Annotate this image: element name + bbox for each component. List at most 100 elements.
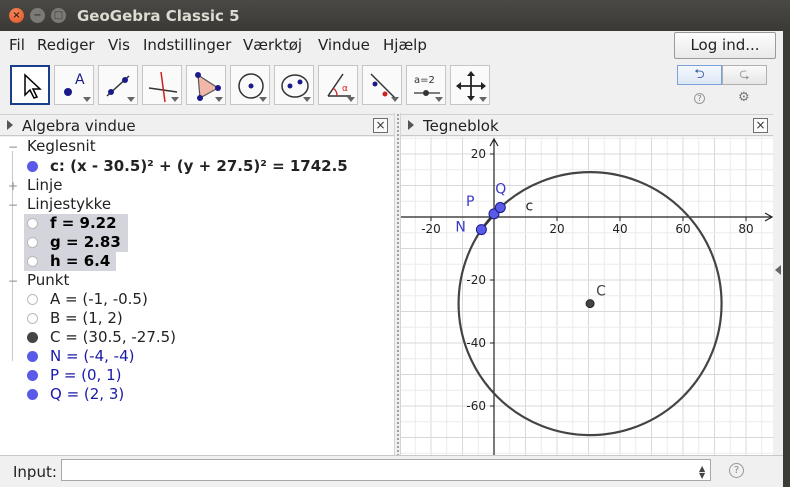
menu-indstillinger[interactable]: Indstillinger — [143, 36, 231, 54]
tool-move-graphics[interactable] — [450, 65, 490, 105]
visibility-dot[interactable] — [27, 161, 38, 172]
tool-new-point[interactable]: A — [54, 65, 94, 105]
chevron-down-icon — [347, 97, 355, 102]
toolbar: A α a=2 ⮌ ⮎ ? ⚙ — [0, 61, 783, 113]
panel-splitter[interactable] — [394, 113, 401, 455]
tool-circle[interactable] — [230, 65, 270, 105]
x-tick-label: -20 — [421, 222, 441, 236]
menu-vaerktoej[interactable]: Værktøj — [243, 36, 302, 54]
tool-polygon[interactable] — [186, 65, 226, 105]
chevron-down-icon — [391, 97, 399, 102]
y-tick-label: -40 — [466, 336, 486, 350]
group-label: Punkt — [27, 271, 70, 289]
input-field[interactable] — [61, 459, 711, 481]
chevron-down-icon — [83, 97, 91, 102]
tool-ellipse[interactable] — [274, 65, 314, 105]
y-tick-label: -20 — [466, 273, 486, 287]
algebra-item-text: g = 2.83 — [50, 233, 121, 251]
visibility-dot[interactable] — [27, 218, 38, 229]
redo-button[interactable]: ⮎ — [722, 65, 767, 85]
label-q: Q — [495, 182, 506, 198]
visibility-dot[interactable] — [27, 256, 38, 267]
input-bar: Input: ▲ ▼ ? — [0, 455, 783, 487]
visibility-dot[interactable] — [27, 351, 38, 362]
algebra-item-text: Q = (2, 3) — [50, 385, 125, 403]
window-title: GeoGebra Classic 5 — [77, 7, 240, 25]
graphics-panel-title: Tegneblok — [423, 117, 499, 135]
visibility-dot[interactable] — [27, 294, 38, 305]
label-circle-c: c — [526, 199, 534, 215]
group-label: Linjestykke — [27, 195, 112, 213]
chevron-down-icon — [215, 97, 223, 102]
algebra-item-text: A = (-1, -0.5) — [50, 290, 148, 308]
tool-line[interactable] — [98, 65, 138, 105]
algebra-item-text: N = (-4, -4) — [50, 347, 135, 365]
x-tick-label: 80 — [738, 222, 753, 236]
algebra-item-text: h = 6.4 — [50, 252, 111, 270]
menu-rediger[interactable]: Rediger — [37, 36, 95, 54]
chevron-left-icon[interactable] — [775, 265, 781, 275]
help-icon[interactable]: ? — [694, 93, 705, 104]
expand-icon[interactable]: + — [8, 179, 18, 193]
window-close-button[interactable]: × — [9, 8, 24, 23]
group-linjestykke[interactable]: − Linjestykke — [8, 195, 112, 213]
tool-reflect[interactable] — [362, 65, 402, 105]
tool-perpendicular[interactable] — [142, 65, 182, 105]
collapse-icon[interactable]: − — [8, 198, 18, 212]
group-keglesnit[interactable]: − Keglesnit — [8, 137, 96, 155]
login-button[interactable]: Log ind... — [674, 32, 776, 59]
menu-fil[interactable]: Fil — [9, 36, 25, 54]
tool-slider[interactable]: a=2 — [406, 65, 446, 105]
point-c — [585, 299, 595, 309]
panel-toggle-icon[interactable] — [408, 120, 414, 130]
tool-move[interactable] — [10, 65, 50, 105]
collapse-icon[interactable]: − — [8, 274, 18, 288]
axes — [401, 137, 773, 455]
chevron-down-icon — [171, 97, 179, 102]
input-label: Input: — [13, 463, 57, 481]
gear-icon[interactable]: ⚙ — [738, 90, 750, 105]
menu-vis[interactable]: Vis — [108, 36, 130, 54]
group-label: Keglesnit — [27, 137, 96, 155]
app-area: Fil Rediger Vis Indstillinger Værktøj Vi… — [0, 31, 783, 487]
y-tick-label: -60 — [466, 399, 486, 413]
window-edge — [783, 31, 790, 487]
menu-bar: Fil Rediger Vis Indstillinger Værktøj Vi… — [0, 31, 783, 59]
algebra-item-text: P = (0, 1) — [50, 366, 122, 384]
panel-toggle-icon[interactable] — [7, 120, 13, 130]
group-label: Linje — [27, 176, 63, 194]
tool-slider-label: a=2 — [414, 75, 435, 86]
point-n — [475, 224, 487, 236]
menu-vindue[interactable]: Vindue — [318, 36, 370, 54]
grid — [401, 137, 773, 455]
visibility-dot[interactable] — [27, 332, 38, 343]
tool-angle[interactable]: α — [318, 65, 358, 105]
undo-button[interactable]: ⮌ — [677, 65, 722, 85]
window-maximize-button[interactable]: □ — [51, 8, 66, 23]
collapse-icon[interactable]: − — [8, 140, 18, 154]
tool-point-label: A — [75, 72, 85, 88]
x-tick-label: 40 — [612, 222, 627, 236]
visibility-dot[interactable] — [27, 389, 38, 400]
chevron-down-icon — [259, 97, 267, 102]
visibility-dot[interactable] — [27, 370, 38, 381]
group-punkt[interactable]: − Punkt — [8, 271, 70, 289]
group-linje[interactable]: + Linje — [8, 176, 63, 194]
menu-hjaelp[interactable]: Hjælp — [383, 36, 427, 54]
algebra-item-text: c: (x - 30.5)² + (y + 27.5)² = 1742.5 — [50, 157, 348, 175]
visibility-dot[interactable] — [27, 237, 38, 248]
chevron-down-icon — [479, 97, 487, 102]
graphics-sidebar-handle[interactable] — [773, 113, 783, 455]
graphics-panel-header: Tegneblok × — [401, 114, 773, 136]
graphics-canvas[interactable]: -20 20 40 60 80 20 -20 -40 -60 NP Qc C — [401, 137, 773, 455]
algebra-close-button[interactable]: × — [373, 118, 388, 133]
window-minimize-button[interactable]: − — [30, 8, 45, 23]
algebra-item-text: f = 9.22 — [50, 214, 117, 232]
graphics-view[interactable]: -20 20 40 60 80 20 -20 -40 -60 NP Qc C — [401, 137, 773, 455]
move-arrow-icon — [24, 73, 42, 99]
window-titlebar: × − □ GeoGebra Classic 5 — [0, 0, 790, 31]
algebra-panel-title: Algebra vindue — [22, 117, 136, 135]
visibility-dot[interactable] — [27, 313, 38, 324]
graphics-close-button[interactable]: × — [753, 118, 768, 133]
input-help-icon[interactable]: ? — [729, 463, 744, 478]
